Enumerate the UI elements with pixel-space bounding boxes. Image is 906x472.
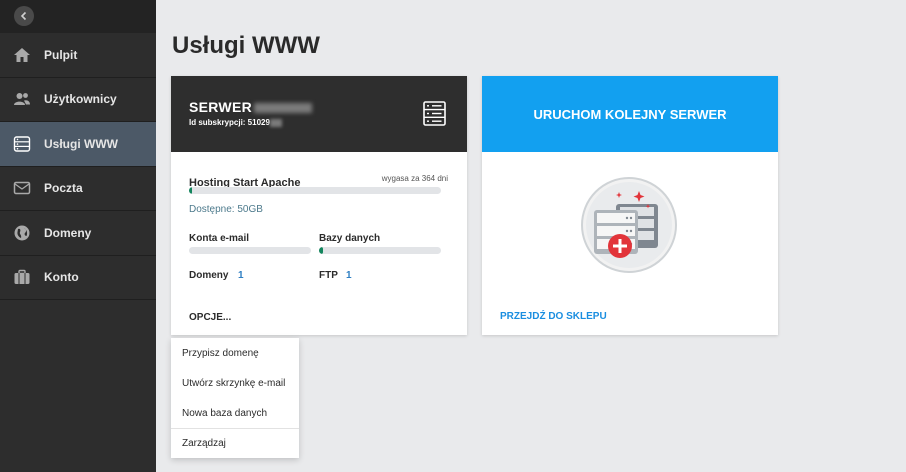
databases-label: Bazy danych <box>319 233 381 244</box>
server-rack-icon <box>423 101 446 126</box>
shop-card-header: URUCHOM KOLEJNY SERWER <box>482 76 778 152</box>
go-to-shop-link[interactable]: PRZEJDŹ DO SKLEPU <box>500 311 607 322</box>
subscription-id-text: Id subskrypcji: 51029 <box>189 118 270 127</box>
server-card: SERWER Id subskrypcji: 51029 Hosting Sta… <box>171 76 467 335</box>
domains-label: Domeny <box>189 270 229 281</box>
sidebar-item-poczta[interactable]: Poczta <box>0 167 156 211</box>
plan-usage-bar <box>189 187 441 194</box>
chevron-left-icon <box>20 11 27 21</box>
menu-item-new-database[interactable]: Nowa baza danych <box>171 398 299 428</box>
sidebar-item-uslugi-www[interactable]: Usługi WWW <box>0 122 156 167</box>
sidebar-item-label: Konto <box>44 270 79 285</box>
users-icon <box>0 90 44 108</box>
sidebar-item-label: Usługi WWW <box>44 136 118 151</box>
sidebar-item-domeny[interactable]: Domeny <box>0 211 156 256</box>
domains-count[interactable]: 1 <box>238 270 244 281</box>
redacted-text <box>254 103 312 114</box>
server-name: SERWER <box>189 99 312 115</box>
ftp-label: FTP <box>319 270 338 281</box>
mail-icon <box>0 179 44 197</box>
menu-item-manage[interactable]: Zarządzaj <box>171 428 299 458</box>
menu-item-create-mailbox[interactable]: Utwórz skrzynkę e-mail <box>171 368 299 398</box>
shop-card: URUCHOM KOLEJNY SERWER PRZEJDŹ DO SKLEPU <box>482 76 778 335</box>
sidebar-item-uzytkownicy[interactable]: Użytkownicy <box>0 78 156 122</box>
subscription-id: Id subskrypcji: 51029 <box>189 118 282 127</box>
globe-icon <box>0 224 44 242</box>
options-dropdown: Przypisz domenę Utwórz skrzynkę e-mail N… <box>171 338 299 458</box>
plan-usage-fill <box>189 187 192 194</box>
sidebar-item-label: Domeny <box>44 225 92 240</box>
server-icon <box>0 135 44 153</box>
ftp-count[interactable]: 1 <box>346 270 352 281</box>
menu-item-assign-domain[interactable]: Przypisz domenę <box>171 338 299 368</box>
shop-card-title: URUCHOM KOLEJNY SERWER <box>533 106 727 122</box>
page-title: Usługi WWW <box>172 32 320 59</box>
briefcase-icon <box>0 268 44 286</box>
plan-expiry: wygasa za 364 dni <box>381 174 448 183</box>
email-accounts-bar <box>189 247 311 254</box>
options-button[interactable]: OPCJE... <box>189 312 231 323</box>
server-name-text: SERWER <box>189 99 252 115</box>
sidebar-collapse-bar <box>0 0 156 33</box>
redacted-text <box>269 118 282 127</box>
server-card-header: SERWER Id subskrypcji: 51029 <box>171 76 467 152</box>
email-accounts-label: Konta e-mail <box>189 233 250 244</box>
collapse-sidebar-button[interactable] <box>14 6 34 26</box>
sidebar-item-label: Użytkownicy <box>44 92 117 107</box>
sidebar-item-pulpit[interactable]: Pulpit <box>0 33 156 78</box>
home-icon <box>0 46 44 64</box>
sidebar-item-label: Pulpit <box>44 47 78 62</box>
sidebar-item-label: Poczta <box>44 181 83 196</box>
databases-bar <box>319 247 441 254</box>
sidebar: Pulpit Użytkownicy Usługi WWW Poczta Dom… <box>0 0 156 472</box>
databases-fill <box>319 247 323 254</box>
sidebar-item-konto[interactable]: Konto <box>0 256 156 300</box>
add-server-illustration-icon <box>581 177 677 273</box>
available-space: Dostępne: 50GB <box>189 204 263 215</box>
